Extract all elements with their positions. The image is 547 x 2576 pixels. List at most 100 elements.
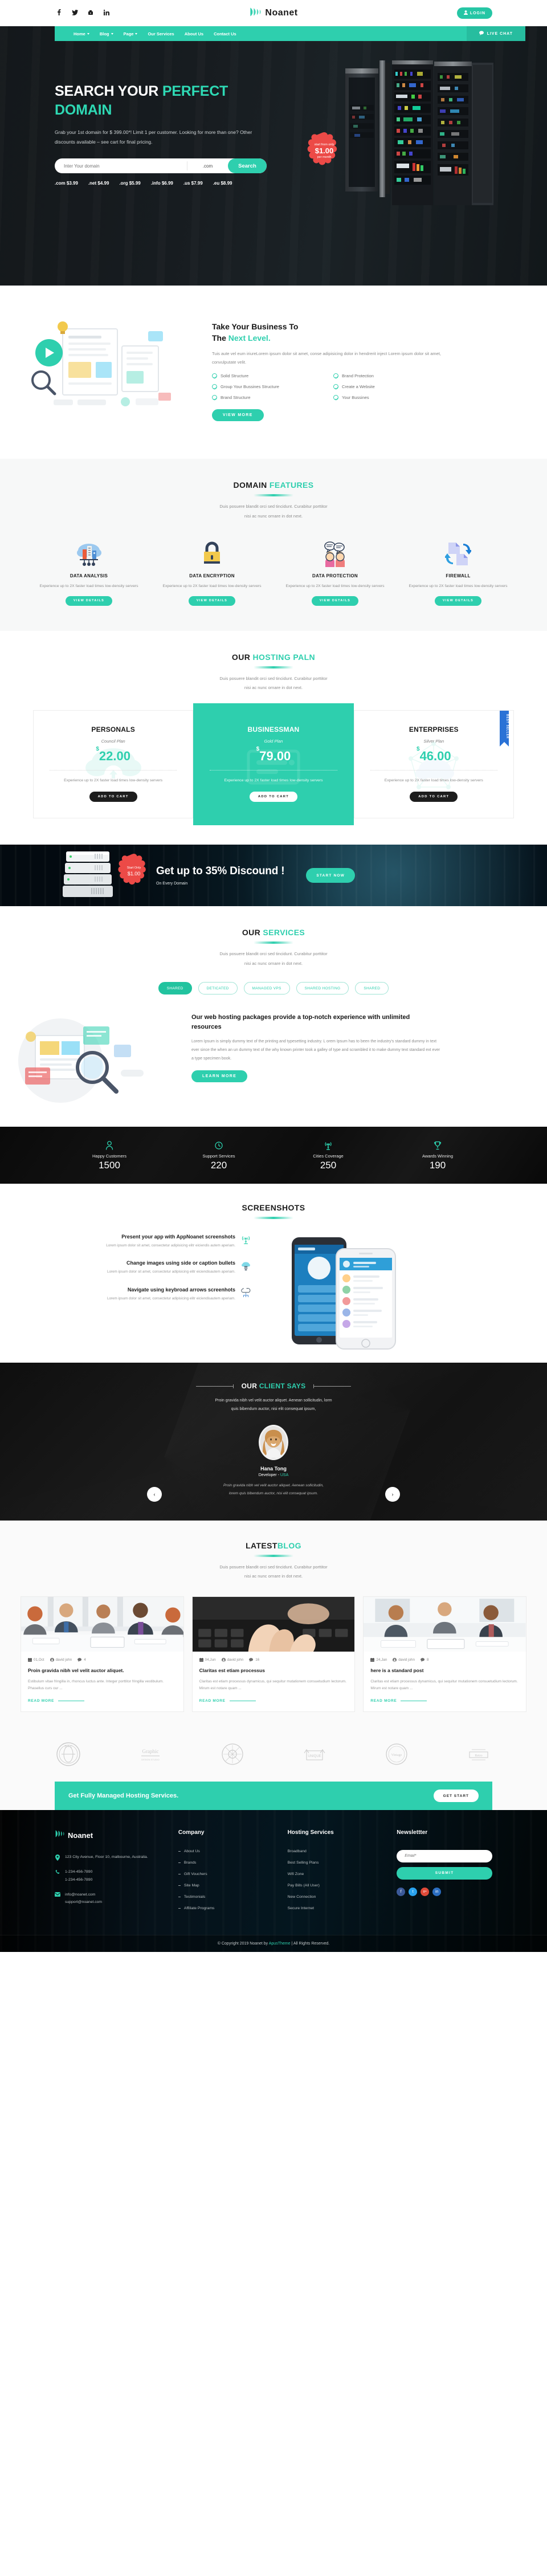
tab-managed-vps[interactable]: MANAGED VPS — [243, 982, 290, 995]
screenshots-feature-list: Present your app with AppNoanet screensh… — [0, 1234, 251, 1348]
feature-view-details-button[interactable]: VIEW DETAILS — [188, 596, 236, 606]
read-more-link[interactable]: READ MORE — [199, 1699, 348, 1703]
footer-emails: info@noanet.com support@noanet.com — [65, 1891, 102, 1906]
nav-item-our-services[interactable]: Our Services — [142, 31, 179, 36]
read-more-label: READ MORE — [370, 1699, 397, 1703]
cta-wrapper: Get Fully Managed Hosting Services. GET … — [0, 1782, 547, 1811]
add-to-cart-button[interactable]: ADD TO CART — [410, 792, 458, 802]
tld-price: .net $4.99 — [88, 181, 109, 186]
plan-desc: Experience up to 2X faster load times lo… — [384, 778, 483, 782]
get-start-button[interactable]: GET START — [433, 1790, 479, 1803]
tab-shared[interactable]: SHARED — [158, 982, 192, 995]
start-now-button[interactable]: START NOW — [306, 868, 356, 883]
twitter-icon[interactable] — [71, 9, 79, 17]
youtube-icon[interactable] — [87, 10, 95, 17]
footer-link-gift-vouchers[interactable]: Gift Vouchers — [178, 1872, 274, 1876]
nav-item-blog[interactable]: Blog — [95, 31, 119, 36]
read-more-link[interactable]: READ MORE — [28, 1699, 177, 1703]
testimonial-role-plain: Developer - — [258, 1473, 280, 1478]
nav-item-page[interactable]: Page — [119, 31, 143, 36]
blog-card[interactable]: 01,Oct david john 4 Proin gravida nibh v… — [21, 1596, 184, 1713]
tab-shared-2[interactable]: SHARED — [355, 982, 389, 995]
counters-row: Happy Customers 1500 Support Services 22… — [0, 1140, 547, 1171]
footer-link-pay-bills[interactable]: Pay Bills (All User) — [288, 1884, 383, 1888]
blog-card-title[interactable]: Claritas est etiam processus — [199, 1667, 348, 1674]
business-title: Take Your Business To The Next Level. — [212, 321, 451, 344]
plan-name: PERSONALS — [91, 725, 135, 733]
nav-item-contact-us[interactable]: Contact Us — [209, 31, 242, 36]
blog-card[interactable]: 24,Jan david john 8 here is a standard p… — [363, 1596, 527, 1713]
footer-email-1[interactable]: info@noanet.com — [65, 1893, 95, 1897]
login-button[interactable]: LOGIN — [456, 7, 492, 19]
blog-card-excerpt: Claritas est etiam processus dynamicus, … — [199, 1679, 346, 1691]
nav-label: Page — [123, 31, 134, 36]
list-item: Solid Structure — [212, 373, 330, 379]
testimonial-next-button[interactable]: › — [385, 1487, 400, 1502]
facebook-icon[interactable] — [55, 9, 63, 17]
footer-link-best-selling-plans[interactable]: Best Selling Plans — [288, 1861, 383, 1865]
cta-heading: Get Fully Managed Hosting Services. — [68, 1792, 179, 1800]
linkedin-icon[interactable] — [103, 9, 111, 17]
live-chat-button[interactable]: LIVE CHAT — [466, 26, 525, 41]
footer-link-affiliate-programs[interactable]: Affiliate Programs — [178, 1906, 274, 1910]
feature-view-details-button[interactable]: VIEW DETAILS — [311, 596, 359, 606]
newsletter-email-input[interactable] — [397, 1849, 492, 1862]
learn-more-button[interactable]: LEARN MORE — [191, 1070, 248, 1083]
business-paragraph: Tuis aute vel eum iriureLorem ipsum dolo… — [212, 350, 441, 365]
footer-logo[interactable]: Noanet — [55, 1829, 165, 1841]
tab-deticated[interactable]: DETICATED — [198, 982, 238, 995]
twitter-icon[interactable]: t — [409, 1887, 418, 1896]
plan-divider — [210, 769, 337, 771]
site-logo[interactable]: Noanet — [249, 7, 297, 20]
footer-link-new-connection[interactable]: New Connection — [288, 1895, 383, 1899]
business-view-more-button[interactable]: VIEW MORE — [212, 409, 264, 422]
signal-tower-icon — [241, 1235, 251, 1245]
footer-link-label: Site Map — [183, 1884, 199, 1888]
facebook-icon[interactable]: f — [397, 1887, 406, 1896]
linkedin-icon[interactable]: in — [432, 1887, 442, 1896]
footer-link-testimonials[interactable]: Testimonials — [178, 1895, 274, 1899]
blog-card-title[interactable]: here is a standard post — [370, 1667, 519, 1674]
feature-view-details-button[interactable]: VIEW DETAILS — [65, 596, 113, 606]
blog-card[interactable]: 04,Jun david john 16 Claritas est etiam … — [191, 1596, 356, 1713]
copyright-bar: © Copyright 2019 Noanet by ApusTheme | A… — [0, 1935, 547, 1953]
newsletter-submit-button[interactable]: SUBMIT — [397, 1866, 492, 1880]
footer-email-2[interactable]: support@noanet.com — [65, 1900, 102, 1904]
footer-link-site-map[interactable]: Site Map — [178, 1884, 274, 1888]
pricing-card-enterprises: BEST SELLER ENTERPRISES Silver Plan $46.… — [353, 710, 514, 819]
footer-link-wifi-zone[interactable]: Wifi Zone — [288, 1872, 383, 1876]
section-divider — [254, 1217, 293, 1220]
read-more-link[interactable]: READ MORE — [370, 1699, 519, 1703]
list-item-label: Brand Protection — [342, 373, 374, 379]
services-subtitle-line2: nisi ac nunc ornare in dot next. — [244, 960, 303, 966]
hero-title-plain: SEARCH YOUR — [55, 83, 162, 99]
google-plus-icon[interactable]: g+ — [421, 1887, 430, 1896]
section-divider — [254, 1554, 293, 1557]
blog-card-title[interactable]: Proin gravida nibh vel velit auctor aliq… — [28, 1667, 177, 1674]
footer-link-brands[interactable]: Brands — [178, 1861, 274, 1865]
domain-search-button[interactable]: Search — [228, 158, 267, 173]
section-divider — [254, 941, 293, 944]
add-to-cart-button[interactable]: ADD TO CART — [89, 792, 137, 802]
blog-image-meeting — [21, 1596, 183, 1652]
add-to-cart-button[interactable]: ADD TO CART — [249, 792, 298, 802]
domain-search-input[interactable] — [55, 163, 187, 169]
footer-link-broadband[interactable]: Broadband — [288, 1849, 383, 1853]
blog-comment-count: 8 — [426, 1657, 429, 1662]
cta-banner: Get Fully Managed Hosting Services. GET … — [55, 1782, 492, 1811]
pricing-subtitle: Duis posuere blandit orci sed tincidunt.… — [0, 674, 547, 693]
feature-view-details-button[interactable]: VIEW DETAILS — [434, 596, 482, 606]
footer-link-about-us[interactable]: About Us — [178, 1849, 274, 1853]
nav-item-home[interactable]: Home — [68, 31, 95, 36]
tld-select[interactable]: .com — [187, 161, 228, 170]
tab-shared-hosting[interactable]: SHARED HOSTING — [296, 982, 349, 995]
footer-link-secure-internet[interactable]: Secure Internet — [288, 1906, 383, 1910]
screenshot-feature-2: Change images using side or caption bull… — [28, 1260, 251, 1275]
discount-badge-price: $1.00 — [127, 871, 141, 877]
screenshot-feature-text: Present your app with AppNoanet screensh… — [28, 1234, 235, 1249]
copyright-theme-link[interactable]: ApusTheme — [269, 1942, 291, 1946]
nav-item-about-us[interactable]: About Us — [179, 31, 209, 36]
avatar — [259, 1425, 288, 1461]
testimonial-prev-button[interactable]: ‹ — [147, 1487, 162, 1502]
screenshot-feature-desc: Lorem ipsum dolor sit amet, consectetur … — [106, 1244, 235, 1248]
